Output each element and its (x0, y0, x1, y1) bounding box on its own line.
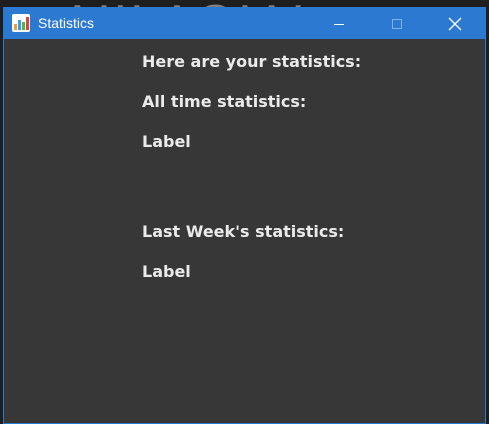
close-button[interactable] (426, 8, 484, 39)
maximize-icon (392, 18, 402, 29)
close-icon (448, 17, 462, 30)
content-area: Here are your statistics: All time stati… (4, 39, 485, 423)
last-week-statistics-label: Label (142, 262, 191, 281)
all-time-statistics-header: All time statistics: (142, 92, 307, 111)
title-bar[interactable]: Statistics (4, 8, 485, 39)
minimize-icon (334, 23, 344, 25)
minimize-button[interactable] (310, 8, 368, 39)
all-time-statistics-label: Label (142, 132, 191, 151)
window-title: Statistics (38, 15, 95, 31)
last-week-statistics-header: Last Week's statistics: (142, 222, 345, 241)
statistics-window: Statistics Here are your statistics: All… (3, 7, 486, 424)
maximize-button[interactable] (368, 8, 426, 39)
bar-chart-icon (12, 14, 30, 32)
statistics-heading: Here are your statistics: (142, 52, 362, 71)
